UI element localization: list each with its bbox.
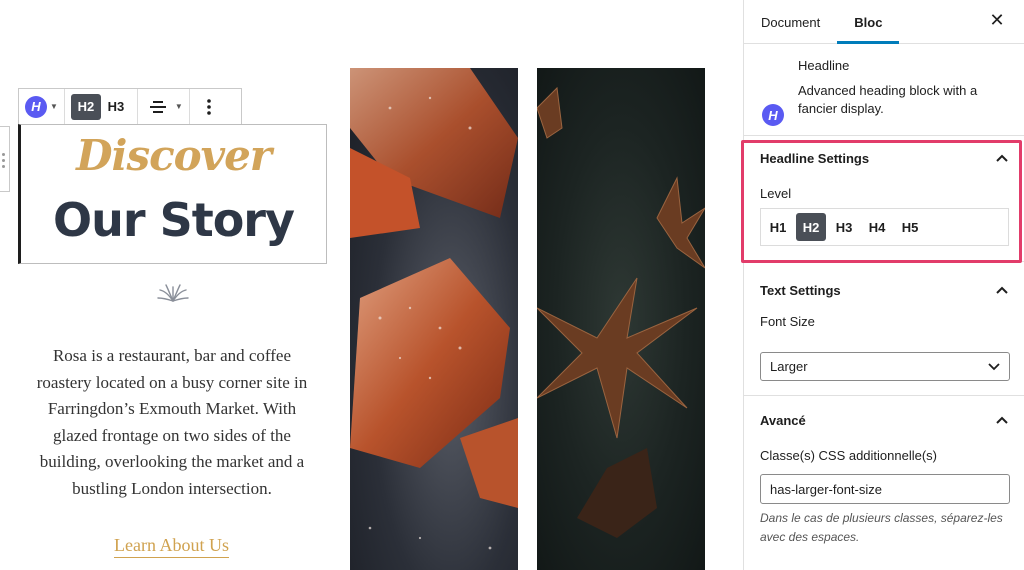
more-options[interactable] [190, 89, 228, 124]
close-icon[interactable]: ✕ [986, 9, 1008, 31]
panel-title: Avancé [760, 412, 806, 428]
learn-about-us-link[interactable]: Learn About Us [114, 535, 229, 558]
sugar-candy-photo [350, 68, 518, 570]
headline-block-icon: H [762, 104, 784, 126]
align-center-icon [144, 94, 172, 120]
chevron-up-icon [996, 416, 1008, 424]
panel-title: Text Settings [760, 282, 841, 298]
css-class-value: has-larger-font-size [770, 481, 882, 497]
headline-block[interactable]: Discover Our Story [18, 124, 327, 264]
tab-block[interactable]: Bloc [837, 0, 900, 44]
about-paragraph[interactable]: Rosa is a restaurant, bar and coffee roa… [26, 343, 318, 502]
css-class-label: Classe(s) CSS additionnelle(s) [760, 448, 938, 463]
level-button-h3[interactable]: H3 [829, 213, 859, 241]
block-card-title: Headline [798, 58, 850, 73]
css-class-input[interactable]: has-larger-font-size [760, 474, 1010, 504]
headline-script-text[interactable]: Discover [21, 131, 326, 180]
sidebar-tabs: Document Bloc ✕ [744, 0, 1024, 44]
font-size-value: Larger [770, 359, 808, 374]
font-size-select[interactable]: Larger [760, 352, 1010, 381]
block-toolbar: H ▼ H2 H3 ▼ [18, 88, 242, 125]
level-button-h1[interactable]: H1 [763, 213, 793, 241]
level-button-h2[interactable]: H2 [796, 213, 826, 241]
heading-level-group: H2 H3 [65, 89, 138, 124]
headline-block-icon: H [25, 95, 47, 118]
panel-text-settings: Text Settings Font Size Larger [744, 268, 1024, 396]
toolbar-level-h3[interactable]: H3 [101, 94, 131, 120]
level-label: Level [760, 186, 792, 201]
level-button-h5[interactable]: H5 [895, 213, 925, 241]
caret-down-icon: ▼ [50, 102, 58, 111]
more-vertical-icon [196, 94, 222, 120]
panel-headline-settings-toggle[interactable]: Headline Settings [744, 136, 1024, 180]
editor-canvas: H ▼ H2 H3 ▼ Discover Our Story Rosa is a… [0, 0, 743, 570]
level-button-group: H1 H2 H3 H4 H5 [760, 208, 1009, 246]
chevron-down-icon [988, 363, 1000, 371]
chevron-up-icon [996, 286, 1008, 294]
align-control[interactable]: ▼ [138, 89, 190, 124]
css-class-help: Dans le cas de plusieurs classes, sépare… [760, 511, 1003, 544]
block-switcher[interactable]: H ▼ [19, 89, 65, 124]
block-card-description: Advanced heading block with a fancier di… [798, 83, 978, 116]
panel-title: Headline Settings [760, 150, 870, 166]
panel-advanced-toggle[interactable]: Avancé [744, 398, 1024, 442]
headline-main-text[interactable]: Our Story [21, 193, 326, 247]
leaf-ornament-icon [157, 284, 189, 302]
block-card: H Headline Advanced heading block with a… [744, 44, 1024, 136]
panel-text-settings-toggle[interactable]: Text Settings [744, 268, 1024, 312]
toolbar-level-h2[interactable]: H2 [70, 93, 101, 120]
tab-document[interactable]: Document [744, 0, 837, 44]
level-button-h4[interactable]: H4 [862, 213, 892, 241]
settings-sidebar: Document Bloc ✕ H Headline Advanced head… [741, 0, 1024, 570]
block-drag-handle[interactable] [0, 126, 10, 192]
panel-advanced: Avancé Classe(s) CSS additionnelle(s) ha… [744, 398, 1024, 570]
caret-down-icon: ▼ [174, 102, 183, 111]
star-anise-photo [537, 68, 705, 570]
chevron-up-icon [996, 154, 1008, 162]
font-size-label: Font Size [760, 314, 815, 329]
